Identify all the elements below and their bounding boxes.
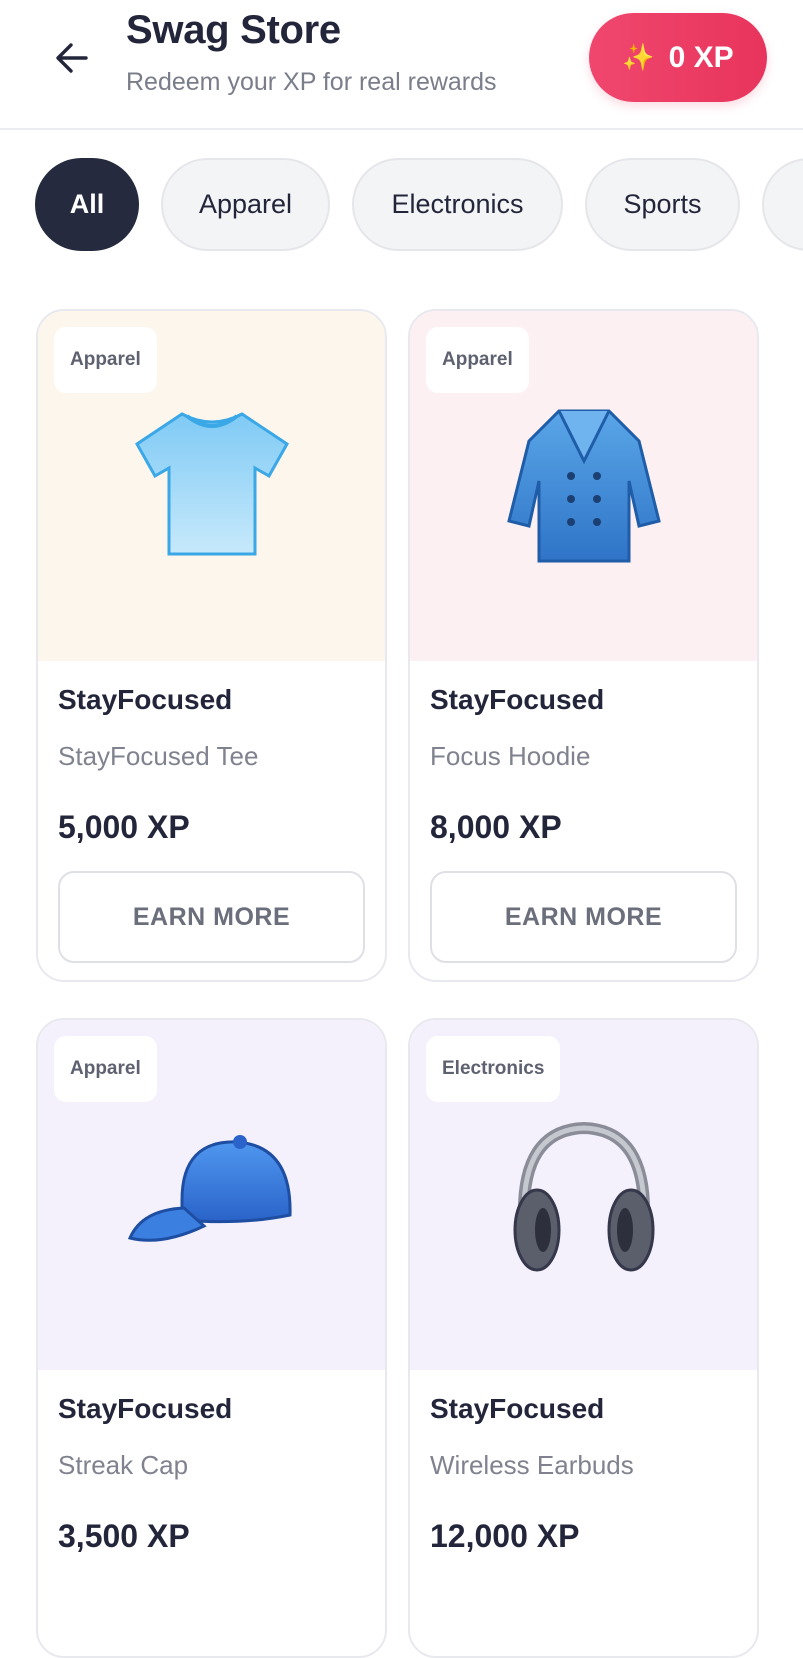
filter-chip-electronics[interactable]: Electronics — [352, 158, 563, 251]
product-image-area: Apparel — [38, 1020, 385, 1370]
earn-more-button[interactable]: EARN MORE — [430, 871, 737, 963]
page-title: Swag Store — [126, 8, 341, 52]
filter-chip-all[interactable]: All — [35, 158, 139, 251]
page-subtitle: Redeem your XP for real rewards — [126, 68, 497, 96]
product-name: StayFocused Tee — [58, 741, 259, 771]
category-filter-bar: All Apparel Electronics Sports — [0, 158, 803, 252]
product-brand: StayFocused — [58, 684, 233, 715]
product-image-area: Apparel — [38, 311, 385, 661]
xp-balance-button[interactable]: ✨ 0 XP — [589, 13, 767, 102]
category-tag: Apparel — [426, 327, 529, 393]
filter-chip-sports[interactable]: Sports — [585, 158, 740, 251]
page-header: Swag Store Redeem your XP for real rewar… — [0, 0, 803, 130]
product-price: 5,000 XP — [58, 809, 190, 845]
xp-balance-value: 0 XP — [668, 40, 734, 74]
product-card[interactable]: Apparel StayFocused Focus Hoodie 8,000 X… — [408, 309, 759, 982]
product-price: 8,000 XP — [430, 809, 562, 845]
product-brand: StayFocused — [430, 684, 605, 715]
product-card[interactable]: Apparel StayFocused Streak Cap 3,500 XP — [36, 1018, 387, 1658]
product-name: Streak Cap — [58, 1450, 189, 1480]
product-card[interactable]: Electronics StayFocused Wireless Earbuds… — [408, 1018, 759, 1658]
product-price: 12,000 XP — [430, 1518, 580, 1554]
filter-chip-more[interactable] — [762, 158, 803, 251]
category-tag: Apparel — [54, 1036, 157, 1102]
cap-icon — [127, 1135, 292, 1242]
product-image-area: Electronics — [410, 1020, 757, 1370]
category-tag: Electronics — [426, 1036, 561, 1102]
sparkle-icon: ✨ — [622, 42, 655, 72]
product-image-area: Apparel — [410, 311, 757, 661]
product-name: Focus Hoodie — [430, 741, 591, 771]
filter-chip-apparel[interactable]: Apparel — [161, 158, 330, 251]
product-brand: StayFocused — [58, 1393, 233, 1424]
product-brand: StayFocused — [430, 1393, 605, 1424]
arrow-left-icon — [56, 43, 88, 73]
category-tag: Apparel — [54, 327, 157, 393]
coat-icon — [506, 409, 661, 563]
product-name: Wireless Earbuds — [430, 1450, 634, 1480]
earn-more-button[interactable]: EARN MORE — [58, 871, 365, 963]
headphones-icon — [513, 1121, 654, 1272]
back-button[interactable] — [44, 30, 100, 86]
tshirt-icon — [134, 412, 289, 556]
product-price: 3,500 XP — [58, 1518, 190, 1554]
product-card[interactable]: Apparel StayFocused StayFocused Tee 5,00… — [36, 309, 387, 982]
